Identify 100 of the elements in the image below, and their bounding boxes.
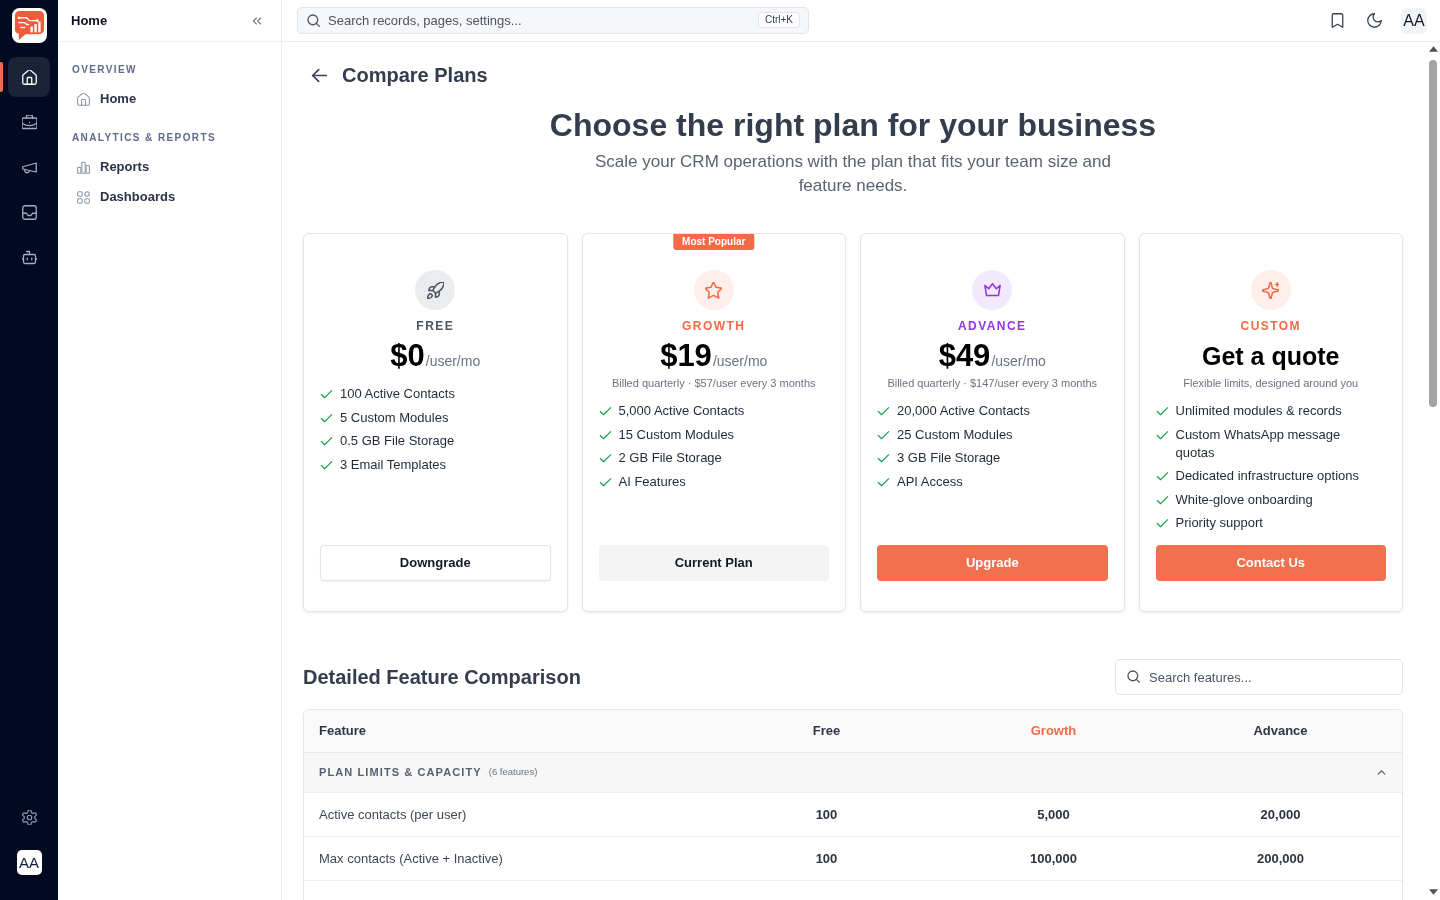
feature-text: 15 Custom Modules (618, 425, 735, 444)
check-icon (320, 411, 333, 425)
sidebar-item[interactable]: Dashboards (72, 182, 269, 212)
sidebar-title: Home (71, 11, 108, 30)
table-cell-text: 200,000 (1256, 849, 1305, 868)
feature-text: Dedicated infrastructure options (1175, 467, 1360, 485)
check-icon (1155, 405, 1169, 418)
moon-icon[interactable] (1367, 13, 1382, 28)
feature-text: AI Features (618, 472, 686, 491)
group-title: PLAN LIMITS & CAPACITY (319, 765, 482, 781)
column-header: Feature (318, 722, 367, 741)
feature-text: White-glove onboarding (1175, 490, 1313, 509)
plan-button[interactable]: Current Plan (598, 545, 829, 581)
feature-text: 5 Custom Modules (340, 408, 449, 427)
inbox-icon (21, 204, 37, 220)
check-icon (1155, 428, 1169, 442)
price-period: /user/mo (712, 352, 768, 371)
plan-name: GROWTH (682, 318, 746, 334)
sparkles-icon (1250, 270, 1291, 310)
scroll-down-arrow-icon[interactable] (1428, 889, 1438, 895)
plan-button[interactable]: Downgrade (320, 545, 551, 581)
crown-icon (972, 270, 1013, 310)
column-header: Free (811, 722, 842, 741)
robot-icon (21, 249, 37, 265)
grid-icon (77, 190, 90, 204)
briefcase-icon (21, 114, 37, 130)
billing-note: Flexible limits, designed around you (1183, 376, 1359, 391)
table-cell-text: 100 (814, 805, 839, 824)
home-icon (21, 69, 37, 85)
feature-text: API Access (897, 472, 963, 491)
feature-text: 0.5 GB File Storage (340, 432, 455, 450)
check-icon (1155, 517, 1169, 530)
user-avatar[interactable]: AA (1401, 7, 1427, 34)
plan-name: CUSTOM (1240, 318, 1301, 334)
chevron-up-icon[interactable] (1376, 767, 1387, 778)
plan-price: $0 (390, 338, 425, 374)
check-icon (320, 458, 333, 472)
check-icon (320, 388, 333, 401)
logo-icon[interactable] (11, 8, 47, 43)
table-cell-text: 5,000 (1036, 805, 1071, 824)
check-icon (598, 405, 612, 418)
feature-text: 5,000 Active Contacts (618, 402, 745, 420)
megaphone-icon (21, 159, 37, 175)
billing-note: Billed quarterly · $57/user every 3 months (611, 376, 816, 391)
scrollbar-thumb[interactable] (1429, 60, 1437, 407)
group-row[interactable]: PLAN LIMITS & CAPACITY (6 features) (304, 753, 1402, 793)
feature-text: 3 GB File Storage (897, 449, 1001, 467)
sidebar-item[interactable]: Home (72, 84, 269, 114)
plan-name: FREE (416, 318, 455, 334)
shortcut-hint: Ctrl+K (757, 12, 800, 28)
user-avatar[interactable]: AA (16, 850, 42, 875)
page-title: Compare Plans (342, 63, 488, 88)
check-icon (598, 428, 612, 442)
feature-count: (6 features) (488, 765, 538, 780)
search-field[interactable]: Search features... (1115, 659, 1403, 695)
active-indicator (0, 62, 3, 92)
section-title: Detailed Feature Comparison (303, 665, 581, 690)
plan-price: Get a quote (1202, 341, 1340, 372)
feature-text: Custom WhatsApp message quotas (1175, 425, 1342, 462)
section-heading: ANALYTICS & REPORTS (72, 131, 218, 145)
column-header: Advance (1252, 722, 1309, 741)
sidebar-item[interactable]: Reports (72, 152, 269, 182)
check-icon (598, 475, 612, 489)
double-chevron-left-icon[interactable] (251, 14, 263, 27)
table-cell-text: 100,000 (1029, 849, 1078, 868)
table-cell-text: 20,000 (1259, 805, 1302, 824)
rail-nav-button[interactable] (8, 57, 50, 97)
check-icon (1155, 493, 1169, 507)
price-period: /user/mo (991, 352, 1046, 371)
plan-name: ADVANCE (958, 318, 1027, 334)
feature-text: Priority support (1175, 514, 1263, 532)
home-icon (77, 92, 90, 106)
feature-text: 3 Email Templates (340, 455, 446, 474)
settings-icon[interactable] (21, 810, 37, 825)
column-header: Growth (1029, 722, 1078, 741)
price-period: /user/mo (425, 352, 481, 371)
billing-note: Billed quarterly · $147/user every 3 months (887, 376, 1098, 391)
feature-text: 100 Active Contacts (340, 385, 455, 403)
check-icon (877, 452, 890, 465)
feature-text: Unlimited modules & records (1175, 402, 1342, 420)
popular-badge: Most Popular (673, 234, 755, 250)
feature-text: 2 GB File Storage (618, 449, 722, 467)
search-icon (307, 14, 320, 27)
section-heading: OVERVIEW (72, 63, 138, 77)
check-icon (320, 435, 333, 448)
feature-text: 20,000 Active Contacts (897, 402, 1030, 420)
subtitle: Scale your CRM operations with the plan that fits your team size and feature needs. (594, 151, 1112, 197)
table-cell-text: Max contacts (Active + Inactive) (318, 849, 504, 868)
search-icon (1127, 670, 1140, 683)
check-icon (877, 405, 890, 418)
back-arrow-icon[interactable] (311, 66, 328, 84)
plan-price: $49 (938, 338, 991, 374)
check-icon (598, 452, 612, 465)
bar-chart-icon (77, 160, 90, 174)
check-icon (877, 475, 890, 489)
check-icon (877, 428, 890, 442)
scroll-up-arrow-icon[interactable] (1428, 46, 1438, 52)
table-cell-text: 100 (814, 849, 839, 868)
bookmark-icon[interactable] (1330, 13, 1345, 28)
check-icon (1155, 470, 1169, 483)
